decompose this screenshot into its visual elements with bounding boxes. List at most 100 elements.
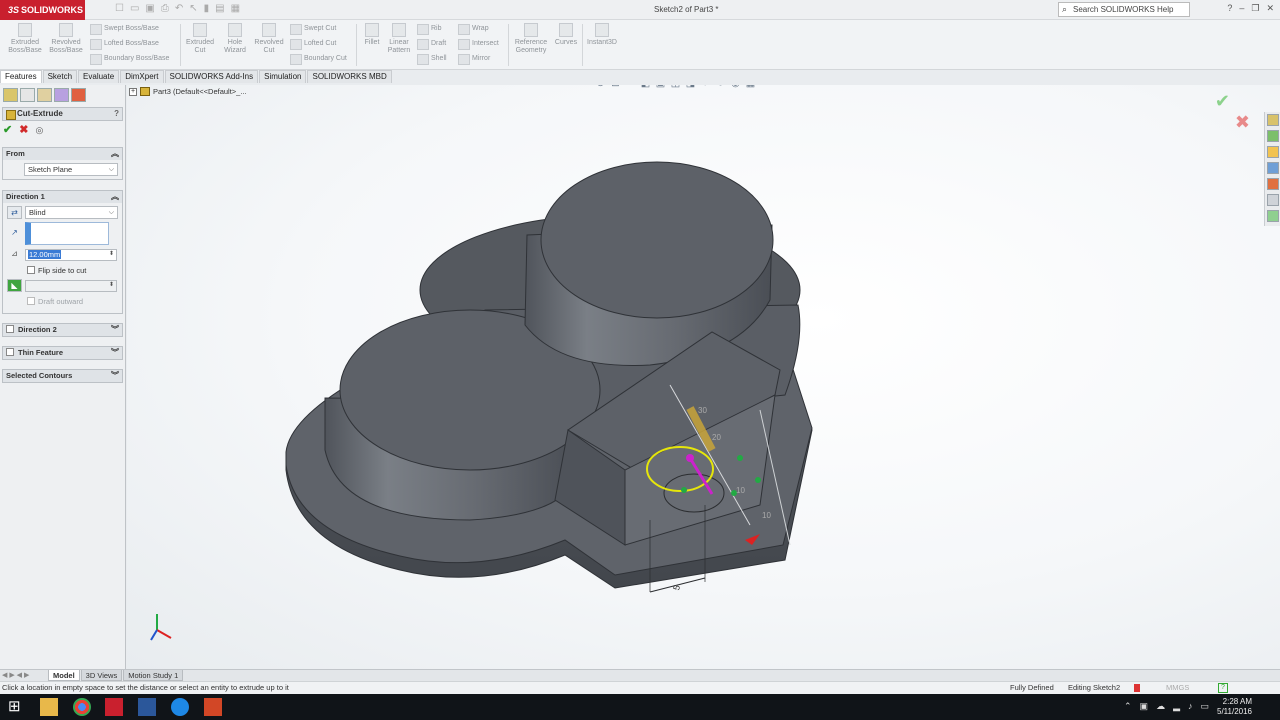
tab-sketch[interactable]: Sketch bbox=[42, 70, 78, 83]
help-icon[interactable]: ? bbox=[1227, 3, 1232, 14]
from-select[interactable]: Sketch Plane ⌵ bbox=[24, 163, 118, 176]
checkbox-box[interactable] bbox=[6, 325, 14, 333]
spinner-icon[interactable]: ⬍ bbox=[109, 280, 114, 290]
minimize-button[interactable]: – bbox=[1239, 3, 1244, 14]
help-search-input[interactable]: ⌕ Search SOLIDWORKS Help bbox=[1058, 2, 1190, 17]
swept-cut-button[interactable]: Swept Cut bbox=[290, 22, 336, 35]
ok-button[interactable]: ✔ bbox=[3, 123, 12, 139]
select-icon[interactable]: ↖ bbox=[189, 3, 197, 17]
draft-outward-checkbox[interactable]: Draft outward bbox=[7, 295, 118, 307]
solidworks-taskbar-icon[interactable] bbox=[105, 698, 123, 716]
restore-button[interactable]: ❐ bbox=[1251, 3, 1259, 14]
draft-button[interactable]: Draft bbox=[417, 37, 446, 50]
lofted-boss-button[interactable]: Lofted Boss/Base bbox=[90, 37, 159, 50]
instant3d-button[interactable]: Instant3D bbox=[584, 23, 620, 47]
fillet-button[interactable]: Fillet bbox=[360, 23, 384, 47]
keyboard-icon[interactable]: ▭ bbox=[1200, 701, 1209, 712]
end-condition-select[interactable]: Blind ⌵ bbox=[25, 206, 118, 219]
tab-motion-study[interactable]: Motion Study 1 bbox=[123, 670, 184, 681]
draft-icon[interactable]: ◣ bbox=[7, 279, 22, 292]
draft-angle-input[interactable]: ⬍ bbox=[25, 279, 117, 292]
curves-button[interactable]: Curves bbox=[552, 23, 580, 47]
checkbox-box[interactable] bbox=[6, 348, 14, 356]
save-icon[interactable]: ▣ bbox=[145, 3, 154, 17]
cloud-icon[interactable]: ☁ bbox=[1156, 701, 1165, 712]
chrome-taskbar-icon[interactable] bbox=[73, 698, 91, 716]
feature-tree-icon[interactable] bbox=[3, 88, 18, 102]
windows-start-icon[interactable]: ⊞ bbox=[8, 698, 26, 716]
forum-icon[interactable] bbox=[1267, 210, 1279, 222]
home-icon[interactable] bbox=[1267, 114, 1279, 126]
open-icon[interactable]: ▭ bbox=[130, 3, 139, 17]
file-explorer-icon[interactable] bbox=[1267, 162, 1279, 174]
resources-icon[interactable] bbox=[1267, 130, 1279, 142]
extruded-boss-button[interactable]: Extruded Boss/Base bbox=[6, 23, 44, 55]
wrap-button[interactable]: Wrap bbox=[458, 22, 489, 35]
reference-geometry-button[interactable]: Reference Geometry bbox=[511, 23, 551, 55]
tab-simulation[interactable]: Simulation bbox=[259, 70, 307, 83]
design-library-icon[interactable] bbox=[1267, 146, 1279, 158]
new-icon[interactable]: ☐ bbox=[115, 3, 124, 17]
linear-pattern-button[interactable]: Linear Pattern bbox=[385, 23, 413, 55]
thin-feature-header[interactable]: Thin Feature ︾ bbox=[3, 347, 122, 359]
quick-tips-icon[interactable]: ? bbox=[1218, 683, 1228, 693]
custom-properties-icon[interactable] bbox=[1267, 194, 1279, 206]
direction2-header[interactable]: Direction 2 ︾ bbox=[3, 324, 122, 336]
tab-3d-views[interactable]: 3D Views bbox=[80, 670, 123, 681]
tab-addins[interactable]: SOLIDWORKS Add-Ins bbox=[164, 70, 259, 83]
configuration-manager-icon[interactable] bbox=[37, 88, 52, 102]
checkbox-box[interactable] bbox=[27, 297, 35, 305]
depth-input[interactable]: 12.00mm ⬍ bbox=[25, 248, 117, 261]
file-explorer-taskbar-icon[interactable] bbox=[40, 698, 58, 716]
dimxpert-manager-icon[interactable] bbox=[54, 88, 69, 102]
edge-taskbar-icon[interactable] bbox=[171, 698, 189, 716]
close-button[interactable]: ✕ bbox=[1266, 3, 1274, 14]
swept-boss-button[interactable]: Swept Boss/Base bbox=[90, 22, 159, 35]
boundary-cut-button[interactable]: Boundary Cut bbox=[290, 52, 347, 65]
tab-evaluate[interactable]: Evaluate bbox=[78, 70, 120, 83]
extruded-cut-button[interactable]: Extruded Cut bbox=[183, 23, 217, 55]
mirror-button[interactable]: Mirror bbox=[458, 52, 490, 65]
tab-mbd[interactable]: SOLIDWORKS MBD bbox=[307, 70, 392, 83]
cancel-button[interactable]: ✖ bbox=[19, 123, 28, 139]
direction-selection-box[interactable] bbox=[25, 222, 109, 245]
reverse-direction-icon[interactable]: ⇄ bbox=[7, 206, 22, 219]
preview-icon[interactable]: ◎ bbox=[35, 123, 43, 139]
from-group-header[interactable]: From ︽ bbox=[3, 148, 122, 160]
rib-button[interactable]: Rib bbox=[417, 22, 442, 35]
chevron-up-icon[interactable]: ⌃ bbox=[1124, 701, 1132, 712]
tab-model[interactable]: Model bbox=[48, 670, 80, 681]
shell-button[interactable]: Shell bbox=[417, 52, 447, 65]
revolved-cut-button[interactable]: Revolved Cut bbox=[252, 23, 286, 55]
checkbox-box[interactable] bbox=[27, 266, 35, 274]
print-icon[interactable]: ⎙ bbox=[161, 3, 169, 17]
tab-features[interactable]: Features bbox=[0, 70, 42, 83]
powerpoint-taskbar-icon[interactable] bbox=[204, 698, 222, 716]
volume-icon[interactable]: ♪ bbox=[1188, 701, 1193, 712]
undo-icon[interactable]: ↶ bbox=[175, 3, 183, 17]
antivirus-icon[interactable]: ▣ bbox=[1140, 701, 1149, 712]
direction1-group-header[interactable]: Direction 1 ︽ bbox=[3, 191, 122, 203]
lofted-cut-button[interactable]: Lofted Cut bbox=[290, 37, 336, 50]
hole-wizard-button[interactable]: Hole Wizard bbox=[219, 23, 251, 55]
revolved-boss-button[interactable]: Revolved Boss/Base bbox=[47, 23, 85, 55]
display-manager-icon[interactable] bbox=[71, 88, 86, 102]
help-icon[interactable]: ? bbox=[114, 108, 119, 120]
tab-dimxpert[interactable]: DimXpert bbox=[120, 70, 164, 83]
graphics-area[interactable]: + Part3 (Default<<Default>_... ⊕ ⊞ ↶ ◧ ▣… bbox=[127, 85, 1280, 669]
selected-contours-header[interactable]: Selected Contours ︾ bbox=[3, 370, 122, 382]
solidworks-logo[interactable]: 3S SOLIDWORKS bbox=[0, 0, 85, 20]
unit-system[interactable]: MMGS bbox=[1166, 682, 1189, 694]
intersect-button[interactable]: Intersect bbox=[458, 37, 499, 50]
property-manager-icon[interactable] bbox=[20, 88, 35, 102]
word-taskbar-icon[interactable] bbox=[138, 698, 156, 716]
clock[interactable]: 2:28 AM 5/11/2016 bbox=[1217, 697, 1252, 717]
flip-side-checkbox[interactable]: Flip side to cut bbox=[7, 264, 118, 276]
network-icon[interactable]: ▂ bbox=[1173, 701, 1180, 712]
tab-scroll-arrows[interactable]: ◀ ▶ ◀ ▶ bbox=[2, 671, 29, 679]
spinner-icon[interactable]: ⬍ bbox=[109, 249, 114, 259]
appearances-icon[interactable] bbox=[1267, 178, 1279, 190]
rebuild-icon[interactable]: ▮ bbox=[204, 3, 210, 17]
options-icon[interactable]: ▦ bbox=[231, 3, 240, 17]
file-properties-icon[interactable]: ▤ bbox=[215, 3, 224, 17]
